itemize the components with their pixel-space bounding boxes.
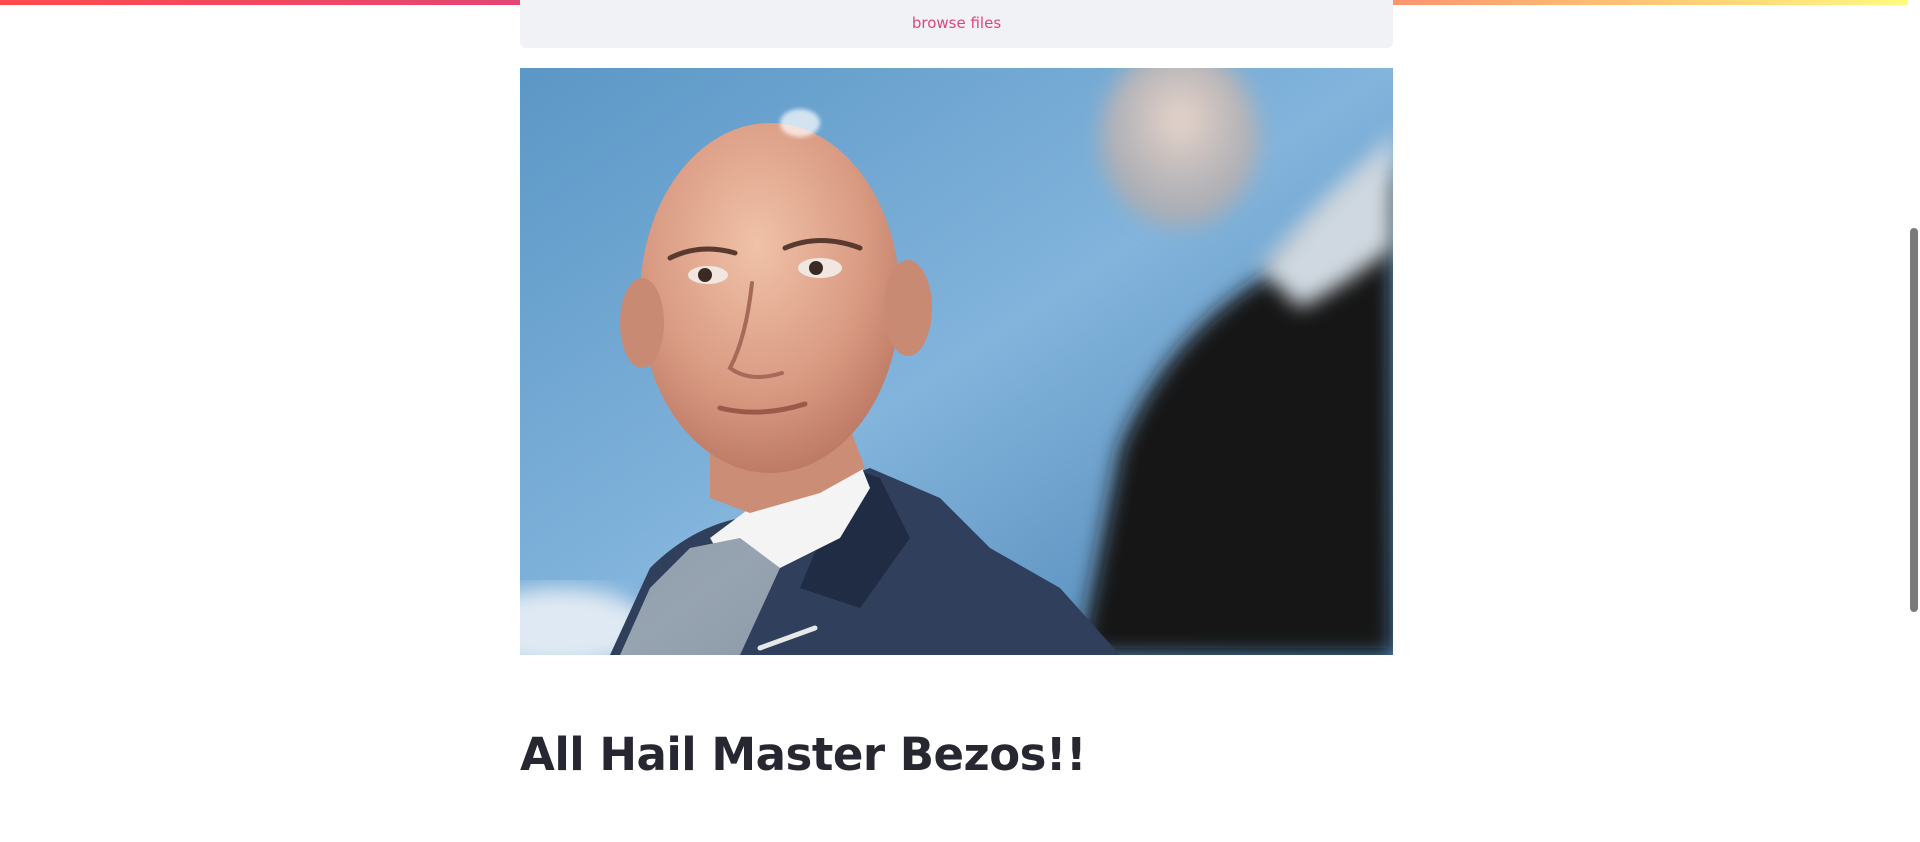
page-title: All Hail Master Bezos!! xyxy=(520,728,1086,781)
browse-files-button[interactable]: browse files xyxy=(520,14,1393,32)
scrollbar-thumb[interactable] xyxy=(1910,228,1918,612)
uploaded-image xyxy=(520,68,1393,655)
app-page: browse files All Hail Master Bezos!! xyxy=(0,0,1920,842)
file-uploader-dropzone[interactable]: browse files xyxy=(520,0,1393,48)
scrollbar-track[interactable] xyxy=(1908,0,1920,842)
